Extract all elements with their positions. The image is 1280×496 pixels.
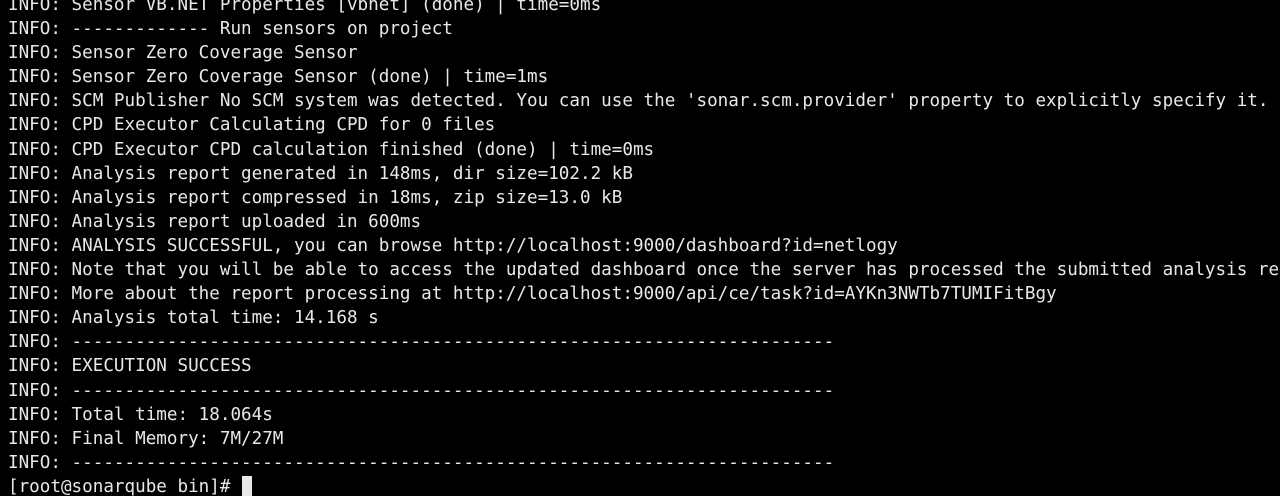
output-line: INFO: Note that you will be able to acce… xyxy=(8,260,1280,281)
output-line: INFO: ----------------------------------… xyxy=(8,380,835,401)
text-cursor[interactable] xyxy=(242,476,253,496)
output-line: INFO: Total time: 18.064s xyxy=(8,404,273,425)
output-line: INFO: Analysis report generated in 148ms… xyxy=(8,163,633,184)
output-line: INFO: More about the report processing a… xyxy=(8,284,1057,305)
output-line: INFO: Sensor Zero Coverage Sensor (done)… xyxy=(8,67,549,88)
terminal-output: INFO: Sensor VB.NET Properties [vbnet] (… xyxy=(8,0,1280,496)
output-line: INFO: Final Memory: 7M/27M xyxy=(8,428,284,449)
output-line: INFO: Sensor VB.NET Properties [vbnet] (… xyxy=(8,0,602,15)
output-line: INFO: SCM Publisher No SCM system was de… xyxy=(8,91,1269,112)
output-line: INFO: EXECUTION SUCCESS xyxy=(8,356,252,377)
terminal-window[interactable]: INFO: Sensor VB.NET Properties [vbnet] (… xyxy=(0,0,1280,496)
output-line: INFO: CPD Executor CPD calculation finis… xyxy=(8,139,655,160)
output-line: INFO: Sensor Zero Coverage Sensor xyxy=(8,43,358,64)
output-line: INFO: CPD Executor Calculating CPD for 0… xyxy=(8,115,496,136)
output-line: INFO: ANALYSIS SUCCESSFUL, you can brows… xyxy=(8,235,898,256)
shell-prompt: [root@sonarqube bin]# xyxy=(8,476,242,496)
output-line: INFO: Analysis total time: 14.168 s xyxy=(8,308,379,329)
output-line: INFO: ----------------------------------… xyxy=(8,452,835,473)
output-line: INFO: ------------- Run sensors on proje… xyxy=(8,19,453,40)
output-line: INFO: Analysis report compressed in 18ms… xyxy=(8,187,623,208)
output-line: INFO: ----------------------------------… xyxy=(8,332,835,353)
output-line: INFO: Analysis report uploaded in 600ms xyxy=(8,211,422,232)
command-prompt-line[interactable]: [root@sonarqube bin]# xyxy=(8,475,1280,496)
